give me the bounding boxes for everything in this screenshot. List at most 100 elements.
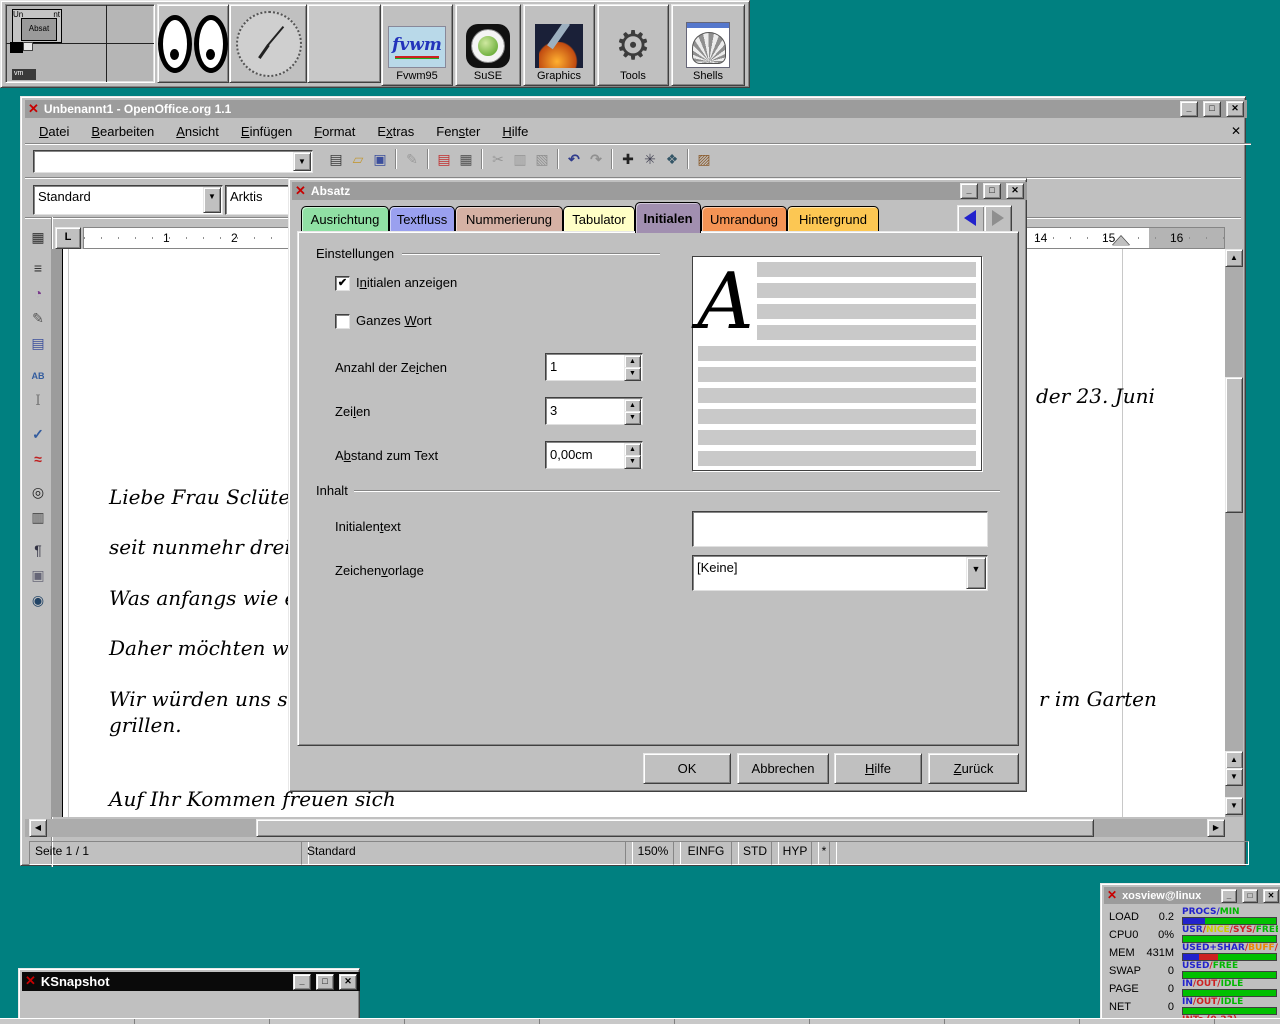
url-dropdown-button[interactable]: ▼ [293,152,311,171]
launcher-suse[interactable]: SuSE [455,4,521,86]
num-chars-spinner[interactable]: 1 ▲ ▼ [545,353,643,381]
menu-extras[interactable]: Extras [373,122,418,141]
data-sources-icon[interactable]: ▥ [27,507,49,527]
bottom-taskbar-edge[interactable] [0,1018,1280,1024]
edit-file-icon[interactable]: ✎ [401,149,423,169]
tab-type-selector[interactable]: L [55,227,81,249]
paragraph-style-combobox[interactable]: Standard ▼ [33,185,223,215]
previous-page-button[interactable]: ▲ [1225,751,1243,769]
tab-tabulator[interactable]: Tabulator [563,206,635,232]
scroll-down-button[interactable]: ▼ [1225,797,1243,815]
pager-mini-window-writer[interactable]: Unnt Absat [12,9,62,43]
pager-mini-window-small[interactable] [23,42,33,51]
next-page-button[interactable]: ▼ [1225,768,1243,786]
desktop-pager[interactable]: Unnt Absat vm [5,4,155,83]
cut-icon[interactable]: ✂ [487,149,509,169]
ksnapshot-close-button[interactable]: ✕ [339,974,357,990]
menu-hilfe[interactable]: Hilfe [498,122,532,141]
menu-datei[interactable]: Datei [35,122,73,141]
gallery-icon[interactable]: ▨ [693,149,715,169]
char-style-combobox[interactable]: [Keine] ▼ [692,555,988,591]
xosview-titlebar[interactable]: ✕ xosview@linux _ □ ✕ [1104,887,1280,904]
tab-umrandung[interactable]: Umrandung [701,206,787,232]
launcher-graphics[interactable]: Graphics [523,4,595,86]
lines-spinner[interactable]: 3 ▲ ▼ [545,397,643,425]
dialog-close-button[interactable]: ✕ [1006,183,1024,199]
save-icon[interactable]: ▣ [369,149,391,169]
ksnapshot-maximize-button[interactable]: □ [316,974,334,990]
xclock-button[interactable] [229,4,307,83]
help-button[interactable]: Hilfe [834,753,922,784]
wizard-icon[interactable]: ✳ [639,149,661,169]
maximize-button[interactable]: □ [1203,101,1221,117]
margin-marker[interactable] [1112,236,1130,246]
nonprinting-characters-icon[interactable]: ¶ [27,540,49,560]
open-icon[interactable]: ▱ [347,149,369,169]
graphics-onoff-icon[interactable]: ▣ [27,565,49,585]
blank-button[interactable] [307,4,381,83]
autospellcheck-icon[interactable]: ≈ [27,449,49,469]
autotext-icon[interactable]: AB [27,366,49,386]
tab-initialen[interactable]: Initialen [635,202,701,233]
vertical-scroll-thumb[interactable] [1225,377,1243,513]
menu-fenster[interactable]: Fenster [432,122,484,141]
reset-button[interactable]: Zurück [928,753,1019,784]
xeyes-button[interactable] [157,4,229,83]
document-close-icon[interactable]: ✕ [1231,124,1251,138]
show-dropcaps-label[interactable]: Initialen anzeigen [356,275,457,290]
scroll-up-button[interactable]: ▲ [1225,249,1243,267]
status-insert-mode[interactable]: EINFG [673,841,739,865]
menu-einfuegen[interactable]: Einfügen [237,122,296,141]
undo-icon[interactable]: ↶ [563,149,585,169]
whole-word-label[interactable]: Ganzes Wort [356,313,432,328]
find-replace-icon[interactable]: ◎ [27,482,49,502]
writer-titlebar[interactable]: ✕ Unbenannt1 - OpenOffice.org 1.1 _ □ ✕ [25,100,1247,118]
insert-table-icon[interactable]: ▦ [27,227,49,247]
vertical-scrollbar[interactable]: ▲ ▲ ▼ ▼ [1225,249,1243,817]
launcher-fvwm95[interactable]: fvwm Fvwm95 [381,4,453,86]
ksnapshot-minimize-button[interactable]: _ [293,974,311,990]
pager-mini-window-dialog[interactable]: Absat [21,18,57,41]
xosview-minimize-button[interactable]: _ [1221,889,1237,903]
print-icon[interactable]: ▦ [455,149,477,169]
redo-icon[interactable]: ↷ [585,149,607,169]
dialog-titlebar[interactable]: ✕ Absatz _ □ ✕ [292,182,1027,200]
spellcheck-icon[interactable]: ✓ [27,424,49,444]
cancel-button[interactable]: Abbrechen [737,753,829,784]
pager-mini-window-small[interactable]: vm [12,69,36,80]
scroll-right-button[interactable]: ▶ [1207,819,1225,837]
dialog-minimize-button[interactable]: _ [960,183,978,199]
xosview-maximize-button[interactable]: □ [1242,889,1258,903]
spin-down-button[interactable]: ▼ [624,367,641,381]
menu-ansicht[interactable]: Ansicht [172,122,223,141]
close-button[interactable]: ✕ [1226,101,1244,117]
initial-text-input[interactable] [692,511,988,547]
menu-format[interactable]: Format [310,122,359,141]
tab-ausrichtung[interactable]: Ausrichtung [301,206,389,232]
tab-nummerierung[interactable]: Nummerierung [455,206,563,232]
draw-functions-icon[interactable]: ✎ [27,308,49,328]
scroll-left-button[interactable]: ◀ [29,819,47,837]
tab-scroll-next-button[interactable] [984,205,1012,233]
navigator-icon[interactable]: ✚ [617,149,639,169]
form-functions-icon[interactable]: ▤ [27,333,49,353]
copy-icon[interactable]: ▥ [509,149,531,169]
horizontal-scrollbar[interactable]: ◀ ▶ [25,819,1225,837]
style-dropdown-button[interactable]: ▼ [203,187,221,213]
spin-down-button[interactable]: ▼ [624,411,641,425]
launcher-shells[interactable]: Shells [671,4,745,86]
tab-hintergrund[interactable]: Hintergrund [787,206,879,232]
pager-mini-window-small[interactable] [10,42,23,53]
online-layout-icon[interactable]: ◉ [27,590,49,610]
whole-word-checkbox[interactable] [335,314,350,329]
new-document-icon[interactable]: ▤ [325,149,347,169]
direct-cursor-icon[interactable]: I [27,391,49,411]
dialog-maximize-button[interactable]: □ [983,183,1001,199]
paste-icon[interactable]: ▧ [531,149,553,169]
insert-object-icon[interactable]: ◔ [27,283,49,303]
insert-section-icon[interactable]: ≡ [27,258,49,278]
url-combobox[interactable]: ▼ [33,150,313,173]
tab-textfluss[interactable]: Textfluss [389,206,455,232]
menu-bearbeiten[interactable]: Bearbeiten [87,122,158,141]
launcher-tools[interactable]: ⚙ Tools [597,4,669,86]
